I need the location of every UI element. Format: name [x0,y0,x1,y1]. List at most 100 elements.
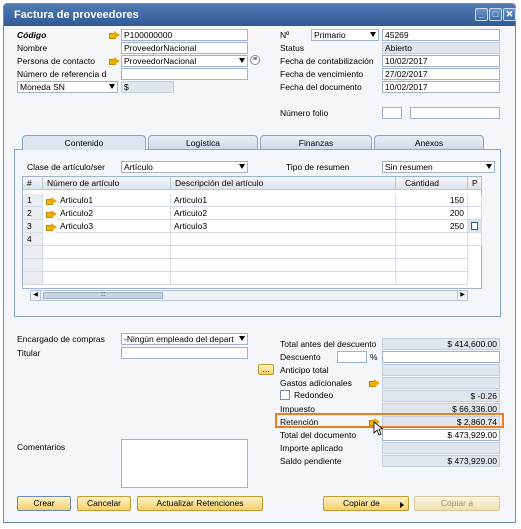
row-number [23,272,43,285]
desc-cell[interactable]: Articulo1 [171,194,396,207]
link-arrow-icon[interactable] [46,223,57,231]
folio-number-field[interactable] [410,107,500,119]
desc-cell[interactable]: Articulo3 [171,220,396,233]
cancelar-button[interactable]: Cancelar [77,496,131,511]
desc-cell[interactable] [171,259,396,272]
horizontal-scrollbar[interactable]: ◀ ::: ▶ [30,290,468,301]
qty-cell[interactable] [396,233,468,246]
tab-contenido[interactable]: Contenido [22,135,146,150]
fecha-venc-field[interactable]: 27/02/2017 [382,68,500,80]
scroll-thumb[interactable]: ::: [43,292,163,299]
actualizar-retenciones-button[interactable]: Actualizar Retenciones [137,496,263,511]
contact-icon[interactable]: ≡ [250,55,260,65]
item-cell[interactable]: Articulo3 [57,220,171,233]
col-header-qty[interactable]: Cantidad [396,177,468,190]
comentarios-label: Comentarios [17,442,66,452]
link-arrow-icon[interactable] [109,31,120,39]
item-cell[interactable] [43,272,171,285]
anticipo-button[interactable]: ... [258,364,274,375]
numref-label: Número de referencia d [17,69,107,79]
redondeo-label: Redondeo [294,390,334,400]
chevron-right-icon [400,502,404,508]
desc-cell[interactable] [171,246,396,259]
qty-cell[interactable] [396,259,468,272]
chevron-down-icon [486,164,492,169]
clase-dropdown[interactable]: Artículo [121,161,248,173]
fecha-doc-field[interactable]: 10/02/2017 [382,81,500,93]
total-antes-field: $ 414,600.00 [382,338,500,350]
chevron-down-icon [239,336,245,341]
moneda-dropdown[interactable]: Moneda SN [17,81,118,93]
descuento-field[interactable] [382,351,500,363]
col-header-desc[interactable]: Descripción del artículo [171,177,396,190]
clase-value: Artículo [124,162,153,172]
nombre-label: Nombre [17,43,48,53]
copiar-a-button[interactable]: Copiar a [414,496,500,511]
descuento-label: Descuento [280,352,321,362]
tab-finanzas[interactable]: Finanzas [260,135,372,150]
item-cell[interactable] [43,233,171,246]
redondeo-checkbox[interactable] [280,390,290,400]
minimize-icon[interactable]: _ [475,8,488,21]
total-doc-label: Total del documento [280,430,357,440]
price-cell[interactable] [468,233,482,246]
chevron-down-icon [370,32,376,37]
chevron-down-icon [239,164,245,169]
fecha-venc-label: Fecha de vencimiento [280,69,364,79]
saldo-label: Saldo pendiente [280,456,342,466]
close-icon[interactable]: ✕ [503,8,516,21]
titular-field[interactable] [121,347,248,359]
col-header-item[interactable]: Número de artículo [43,177,171,190]
qty-cell[interactable]: 150 [396,194,468,207]
tab-logistica[interactable]: Logística [148,135,258,150]
price-cell[interactable] [468,220,482,233]
scroll-left-icon[interactable]: ◀ [31,291,41,300]
saldo-field: $ 473,929.00 [382,455,500,467]
resumen-dropdown[interactable]: Sin resumen [382,161,495,173]
col-header-price[interactable]: P [468,177,482,190]
link-arrow-icon[interactable] [109,57,120,65]
copiar-de-button[interactable]: Copiar de [323,496,409,511]
descuento-pct-field[interactable] [337,351,367,363]
scroll-right-icon[interactable]: ▶ [457,291,467,300]
status-label: Status [280,43,305,53]
tab-anexos[interactable]: Anexos [374,135,484,150]
col-header-num[interactable]: # [23,177,43,190]
maximize-icon[interactable]: □ [489,8,502,21]
series-dropdown[interactable]: Primario [311,29,379,41]
desc-cell[interactable]: Articulo2 [171,207,396,220]
qty-cell[interactable]: 250 [396,220,468,233]
desc-cell[interactable] [171,233,396,246]
total-doc-field[interactable]: $ 473,929.00 [382,429,500,441]
desc-cell[interactable] [171,272,396,285]
row-number: 4 [23,233,43,246]
item-cell[interactable] [43,246,171,259]
comentarios-field[interactable] [121,439,248,488]
fecha-doc-label: Fecha del documento [280,82,362,92]
item-cell[interactable] [43,259,171,272]
crear-button[interactable]: Crear [17,496,71,511]
link-arrow-icon[interactable] [46,197,57,205]
titular-label: Titular [17,348,41,358]
folio-prefix-field[interactable] [382,107,402,119]
price-cell[interactable] [468,194,482,207]
price-cell[interactable] [468,207,482,220]
calculator-icon[interactable] [471,222,478,230]
fecha-contab-field[interactable]: 10/02/2017 [382,55,500,67]
qty-cell[interactable]: 200 [396,207,468,220]
chevron-down-icon [239,58,245,63]
item-cell[interactable]: Articulo2 [57,207,171,220]
codigo-field[interactable]: P100000000 [121,29,248,41]
encargado-dropdown[interactable]: -Ningún empleado del depart [121,333,248,345]
qty-cell[interactable] [396,246,468,259]
nombre-field[interactable]: ProveedorNacional [121,42,248,54]
doc-number-field[interactable]: 45269 [382,29,500,41]
link-arrow-icon[interactable] [46,210,57,218]
link-arrow-icon[interactable] [369,379,380,387]
row-number: 2 [23,207,43,220]
persona-dropdown[interactable]: ProveedorNacional [121,55,248,67]
item-cell[interactable]: Articulo1 [57,194,171,207]
numref-field[interactable] [121,68,248,80]
qty-cell[interactable] [396,272,468,285]
clase-label: Clase de artículo/ser [27,162,105,172]
